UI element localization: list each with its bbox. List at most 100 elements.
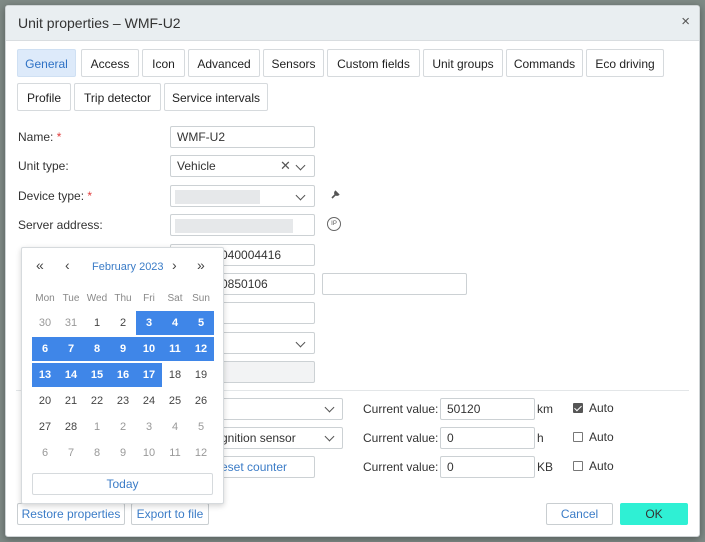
today-button[interactable]: Today bbox=[32, 473, 213, 495]
calendar-day[interactable]: 1 bbox=[84, 415, 110, 439]
calendar-day[interactable]: 6 bbox=[32, 441, 58, 465]
mileage-auto-checkbox[interactable] bbox=[573, 403, 583, 413]
calendar-day-selected[interactable]: 14 bbox=[58, 363, 84, 387]
restore-properties-button[interactable]: Restore properties bbox=[17, 503, 125, 525]
weekday-header: Sun bbox=[192, 293, 210, 304]
calendar-day[interactable]: 23 bbox=[110, 389, 136, 413]
tab-advanced[interactable]: Advanced bbox=[188, 49, 260, 77]
traffic-auto-checkbox[interactable] bbox=[573, 461, 583, 471]
prev-year-icon[interactable]: « bbox=[36, 257, 44, 273]
calendar-day[interactable]: 2 bbox=[110, 415, 136, 439]
calendar-day[interactable]: 9 bbox=[110, 441, 136, 465]
date-picker: « ‹ February 2023 › » Mon Tue Wed Thu Fri Sat… bbox=[21, 247, 224, 504]
calendar-day-selected[interactable]: 7 bbox=[58, 337, 84, 361]
tab-general[interactable]: General bbox=[17, 49, 76, 77]
cancel-button[interactable]: Cancel bbox=[546, 503, 613, 525]
mileage-current-label: Current value: bbox=[363, 402, 439, 416]
calendar-day[interactable]: 25 bbox=[162, 389, 188, 413]
unit-properties-dialog: Unit properties – WMF-U2 × General Acces… bbox=[5, 5, 700, 537]
calendar-day[interactable]: 8 bbox=[84, 441, 110, 465]
close-icon[interactable]: × bbox=[681, 13, 690, 30]
calendar-day[interactable]: 26 bbox=[188, 389, 214, 413]
tab-service-intervals[interactable]: Service intervals bbox=[164, 83, 268, 111]
ip-icon[interactable]: IP bbox=[327, 217, 341, 231]
unit-type-value: Vehicle bbox=[177, 159, 216, 173]
calendar-day-selected[interactable]: 17 bbox=[136, 363, 162, 387]
weekday-header: Sat bbox=[167, 293, 183, 304]
weekday-header: Mon bbox=[35, 293, 55, 304]
tab-sensors[interactable]: Sensors bbox=[263, 49, 324, 77]
calendar-day-selected[interactable]: 9 bbox=[110, 337, 136, 361]
titlebar: Unit properties – WMF-U2 × bbox=[6, 6, 699, 41]
tab-commands[interactable]: Commands bbox=[506, 49, 583, 77]
calendar-day[interactable]: 28 bbox=[58, 415, 84, 439]
wrench-icon[interactable] bbox=[330, 188, 341, 203]
calendar-day[interactable]: 5 bbox=[188, 415, 214, 439]
calendar-day-selected[interactable]: 6 bbox=[32, 337, 58, 361]
name-label: Name: * bbox=[18, 130, 62, 144]
calendar-day-selected[interactable]: 3 bbox=[136, 311, 162, 335]
calendar-day[interactable]: 11 bbox=[162, 441, 188, 465]
device-type-redacted bbox=[175, 190, 260, 204]
calendar-day-selected[interactable]: 12 bbox=[188, 337, 214, 361]
engine-auto-checkbox[interactable] bbox=[573, 432, 583, 442]
weekday-header: Wed bbox=[86, 293, 108, 304]
tab-icon[interactable]: Icon bbox=[142, 49, 185, 77]
calendar-day[interactable]: 12 bbox=[188, 441, 214, 465]
calendar-month-label[interactable]: February 2023 bbox=[92, 261, 164, 273]
name-input[interactable]: WMF-U2 bbox=[170, 126, 315, 148]
calendar-day[interactable]: 1 bbox=[84, 311, 110, 335]
tab-eco-driving[interactable]: Eco driving bbox=[586, 49, 664, 77]
tab-trip-detector[interactable]: Trip detector bbox=[74, 83, 161, 111]
next-month-icon[interactable]: › bbox=[172, 257, 177, 273]
tab-profile[interactable]: Profile bbox=[17, 83, 71, 111]
tab-unit-groups[interactable]: Unit groups bbox=[423, 49, 503, 77]
calendar-day[interactable]: 4 bbox=[162, 415, 188, 439]
tab-custom-fields[interactable]: Custom fields bbox=[327, 49, 420, 77]
calendar-day[interactable]: 18 bbox=[162, 363, 188, 387]
weekday-header: Thu bbox=[114, 293, 132, 304]
calendar-day[interactable]: 27 bbox=[32, 415, 58, 439]
mileage-auto-label: Auto bbox=[589, 401, 614, 415]
weekday-header: Tue bbox=[62, 293, 80, 304]
tab-access[interactable]: Access bbox=[81, 49, 139, 77]
calendar-day-selected[interactable]: 16 bbox=[110, 363, 136, 387]
weekday-header: Fri bbox=[143, 293, 155, 304]
calendar-day-selected[interactable]: 8 bbox=[84, 337, 110, 361]
calendar-day[interactable]: 24 bbox=[136, 389, 162, 413]
calendar-day-selected[interactable]: 15 bbox=[84, 363, 110, 387]
calendar-day[interactable]: 19 bbox=[188, 363, 214, 387]
calendar-day-selected[interactable]: 13 bbox=[32, 363, 58, 387]
calendar-day[interactable]: 3 bbox=[136, 415, 162, 439]
phone2-input[interactable] bbox=[322, 273, 467, 295]
calendar-day[interactable]: 10 bbox=[136, 441, 162, 465]
mileage-value-input[interactable]: 50120 bbox=[440, 398, 535, 420]
calendar-day-selected[interactable]: 5 bbox=[188, 311, 214, 335]
calendar-day[interactable]: 30 bbox=[32, 311, 58, 335]
mileage-unit: km bbox=[537, 402, 553, 416]
unit-type-select[interactable]: Vehicle bbox=[170, 155, 315, 177]
calendar-day-selected[interactable]: 4 bbox=[162, 311, 188, 335]
export-to-file-button[interactable]: Export to file bbox=[131, 503, 209, 525]
next-year-icon[interactable]: » bbox=[197, 257, 205, 273]
calendar-day[interactable]: 22 bbox=[84, 389, 110, 413]
server-address-redacted bbox=[175, 219, 293, 233]
calendar-day[interactable]: 31 bbox=[58, 311, 84, 335]
server-address-label: Server address: bbox=[18, 218, 103, 232]
calendar-day-selected[interactable]: 11 bbox=[162, 337, 188, 361]
traffic-current-label: Current value: bbox=[363, 460, 439, 474]
unit-type-label: Unit type: bbox=[18, 159, 69, 173]
calendar-day[interactable]: 21 bbox=[58, 389, 84, 413]
calendar-day[interactable]: 2 bbox=[110, 311, 136, 335]
calendar-day[interactable]: 7 bbox=[58, 441, 84, 465]
dialog-title: Unit properties – WMF-U2 bbox=[18, 15, 181, 31]
engine-unit: h bbox=[537, 431, 544, 445]
traffic-value-input[interactable]: 0 bbox=[440, 456, 535, 478]
calendar-day[interactable]: 20 bbox=[32, 389, 58, 413]
prev-month-icon[interactable]: ‹ bbox=[65, 257, 70, 273]
ok-button[interactable]: OK bbox=[620, 503, 688, 525]
engine-value-input[interactable]: 0 bbox=[440, 427, 535, 449]
calendar-day-selected[interactable]: 10 bbox=[136, 337, 162, 361]
clear-icon[interactable]: ✕ bbox=[280, 158, 291, 174]
traffic-unit: KB bbox=[537, 460, 554, 474]
